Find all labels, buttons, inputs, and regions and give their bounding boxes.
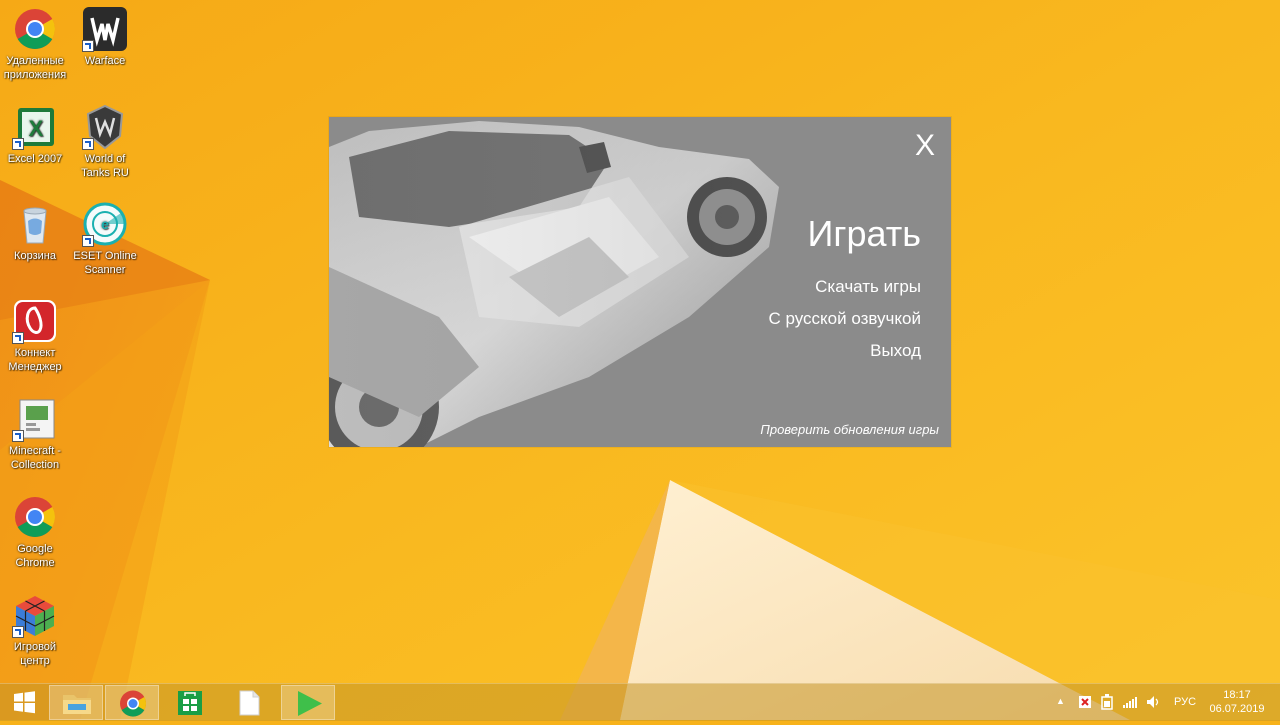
eset-icon: e: [82, 201, 128, 247]
clock-date: 06.07.2019: [1209, 703, 1265, 715]
world-of-tanks-icon: [82, 104, 128, 150]
desktop-icon-label: ESET Online Scanner: [73, 250, 137, 276]
minecraft-icon: [12, 396, 58, 442]
desktop-icon-connect-manager[interactable]: Коннект Менеджер: [0, 298, 70, 374]
desktop-icon-eset[interactable]: e ESET Online Scanner: [70, 201, 140, 277]
desktop-icon-game-center[interactable]: Игровой центр: [0, 592, 70, 668]
volume-icon[interactable]: [1146, 695, 1160, 709]
excel-icon: X: [12, 104, 58, 150]
shortcut-arrow-icon: [82, 40, 94, 52]
chrome-icon: [12, 494, 58, 540]
desktop-icon-label: Коннект Менеджер: [8, 347, 62, 373]
desktop-icon-minecraft[interactable]: Minecraft - Collection: [0, 396, 70, 472]
desktop-icon-label: Корзина: [14, 250, 56, 262]
svg-text:e: e: [101, 216, 109, 232]
desktop-icon-world-of-tanks[interactable]: World of Tanks RU: [70, 104, 140, 180]
menu-item-exit[interactable]: Выход: [768, 335, 921, 367]
power-icon[interactable]: [1100, 694, 1114, 710]
clock-time: 18:17: [1223, 689, 1251, 701]
check-updates-link[interactable]: Проверить обновления игры: [760, 422, 939, 437]
desktop-icon-label: Google Chrome: [15, 543, 55, 569]
start-icon: [14, 691, 35, 714]
desktop-icon-label: Игровой центр: [13, 641, 57, 667]
play-icon: [298, 691, 322, 716]
taskbar-file-explorer[interactable]: [49, 685, 103, 720]
recycle-bin-icon: [12, 201, 58, 247]
taskbar-store[interactable]: [163, 685, 217, 720]
chrome-icon: [12, 6, 58, 52]
shortcut-arrow-icon: [12, 430, 24, 442]
taskbar-document[interactable]: [222, 685, 276, 720]
shortcut-arrow-icon: [82, 235, 94, 247]
desktop-icon-label: Minecraft - Collection: [9, 445, 61, 471]
chrome-icon: [120, 690, 147, 717]
desktop-icon-recycle-bin[interactable]: Корзина: [0, 201, 70, 263]
close-button[interactable]: X: [915, 129, 935, 163]
desktop-icon-label: World of Tanks RU: [81, 153, 129, 179]
taskbar-chrome[interactable]: [105, 685, 159, 720]
clock[interactable]: 18:17 06.07.2019: [1204, 684, 1270, 716]
document-icon: [239, 690, 260, 716]
desktop-icon-remote-apps[interactable]: Удаленные приложения: [0, 6, 70, 82]
taskbar-game-launcher[interactable]: [281, 685, 335, 720]
shortcut-arrow-icon: [82, 138, 94, 150]
desktop-icon-label: Excel 2007: [7, 153, 63, 165]
menu-item-download-games[interactable]: Скачать игры: [768, 271, 921, 303]
shortcut-arrow-icon: [12, 332, 24, 344]
shortcut-arrow-icon: [12, 138, 24, 150]
taskbar: ▲ РУС 18:17 06.07.2019: [0, 683, 1280, 721]
desktop-icon-label: Удаленные приложения: [3, 55, 67, 81]
svg-text:X: X: [29, 116, 44, 141]
launcher-menu: Играть Скачать игры С русской озвучкой В…: [768, 209, 921, 367]
store-icon: [178, 691, 202, 715]
action-center-flag-icon[interactable]: [1078, 695, 1092, 709]
game-center-icon: [12, 592, 58, 638]
desktop-icon-google-chrome[interactable]: Google Chrome: [0, 494, 70, 570]
system-tray: ▲ РУС 18:17 06.07.2019: [1052, 684, 1280, 721]
connect-manager-icon: [12, 298, 58, 344]
desktop-icon-excel[interactable]: X Excel 2007: [0, 104, 70, 166]
language-indicator[interactable]: РУС: [1174, 696, 1196, 708]
show-hidden-icons-button[interactable]: ▲: [1056, 696, 1065, 706]
shortcut-arrow-icon: [12, 626, 24, 638]
desktop-icon-warface[interactable]: Warface: [70, 6, 140, 68]
warface-icon: [82, 6, 128, 52]
network-icon[interactable]: [1122, 695, 1138, 709]
game-launcher-window: X Играть Скачать игры С русской озвучкой…: [329, 117, 951, 447]
file-explorer-icon: [63, 695, 91, 714]
desktop-icon-label: Warface: [84, 55, 126, 67]
play-button[interactable]: Играть: [768, 209, 921, 259]
start-button[interactable]: [0, 685, 48, 720]
menu-item-russian-voiceover[interactable]: С русской озвучкой: [768, 303, 921, 335]
